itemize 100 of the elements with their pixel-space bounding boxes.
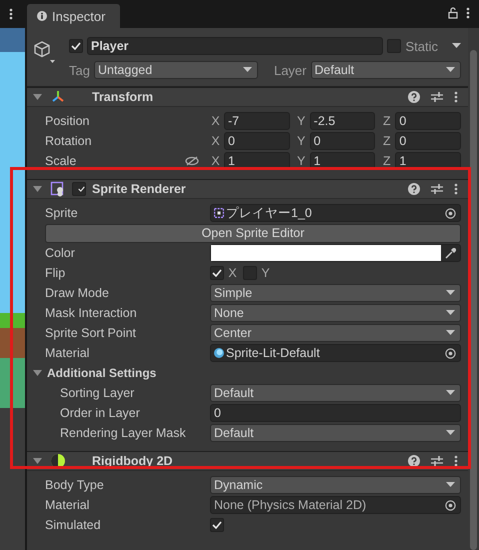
axis-label: Y [296,134,306,148]
axis-label: X [210,134,221,148]
dropdown[interactable]: Dynamic [210,476,461,494]
dropdown[interactable]: None [210,304,461,322]
field-label: Sprite Sort Point [45,326,136,340]
field-label: Rendering Layer Mask [60,426,186,440]
axis-label: Z [382,134,392,148]
sphere-icon [214,348,224,358]
layer-label: Layer [274,62,306,78]
name-field[interactable]: Player [87,37,384,55]
number-field[interactable]: 0 [210,404,461,422]
open-sprite-editor-button[interactable]: Open Sprite Editor [45,224,461,242]
axis-label: X [210,154,221,168]
color-swatch[interactable] [211,245,441,261]
lock-icon[interactable] [448,7,458,19]
help-icon[interactable] [408,455,420,467]
component-title: Sprite Renderer [92,182,186,196]
object-picker-icon[interactable] [445,208,456,218]
static-checkbox[interactable] [387,39,402,53]
component-header[interactable]: Sprite Renderer [27,179,468,199]
field-label: Flip [45,266,66,280]
number-field[interactable]: -7 [224,112,290,130]
field-label: Sorting Layer [60,386,134,400]
number-field[interactable]: 0 [395,132,462,150]
field-label: Color [45,246,75,260]
axis-label: Y [260,266,271,280]
field-label: Material [45,498,90,512]
eyedropper-icon[interactable] [445,248,456,258]
axis-label: Z [382,114,392,128]
checkmark-icon [212,521,222,529]
number-field[interactable]: 0 [395,112,462,130]
field-label: Position [45,114,90,128]
field-label: Rotation [45,134,92,148]
caret-icon [446,482,455,488]
component-title: Rigidbody 2D [92,454,173,468]
foldout-icon[interactable] [33,458,42,464]
checkmark-icon [71,42,81,50]
caret-icon [446,430,455,436]
inspector-tab[interactable]: Inspector [27,4,120,28]
more-icon[interactable] [466,7,470,19]
static-label: Static [405,38,438,54]
checkmark-icon [78,185,85,193]
foldout-icon[interactable] [33,94,42,100]
info-icon [37,11,47,21]
number-field[interactable]: -2.5 [310,112,376,130]
layer-dropdown[interactable]: Default [310,61,461,79]
component-header[interactable]: Transform [27,87,468,107]
help-icon[interactable] [408,183,420,195]
caret-icon[interactable] [452,43,461,49]
caret-icon [446,290,455,296]
foldout-icon[interactable] [33,370,42,376]
more-icon[interactable] [454,183,458,195]
caret-icon [446,330,455,336]
more-icon[interactable] [9,8,13,20]
tag-dropdown[interactable]: Untagged [94,61,258,79]
sprite-icon [214,208,224,218]
sprite-renderer-icon [50,181,66,197]
axis-label: Z [382,154,392,168]
object-field[interactable]: Sprite-Lit-Default [210,344,461,362]
unlinked-icon[interactable] [185,156,199,166]
caret-icon [446,67,455,73]
caret-icon [446,390,455,396]
component-title: Transform [92,90,154,104]
field-label: Scale [45,154,76,168]
number-field[interactable]: 0 [310,132,376,150]
field-label: Material [45,346,90,360]
enabled-checkbox[interactable] [72,182,86,196]
more-icon[interactable] [454,91,458,103]
dropdown[interactable]: Center [210,324,461,342]
caret-icon [242,67,252,73]
checkmark-icon [212,269,222,277]
checkbox[interactable] [210,518,224,532]
dropdown[interactable]: Default [210,384,461,402]
axis-label: X [210,114,221,128]
tag-label: Tag [69,62,90,78]
preset-icon[interactable] [431,455,443,467]
rigidbody-icon [50,453,66,469]
number-field[interactable]: 0 [224,132,290,150]
foldout-icon[interactable] [33,186,42,192]
object-picker-icon[interactable] [445,500,456,510]
preset-icon[interactable] [431,91,443,103]
field-label: Order in Layer [60,406,140,420]
dropdown[interactable]: Default [210,424,461,442]
active-checkbox[interactable] [69,39,83,53]
object-field[interactable]: プレイヤー1_0 [210,204,461,222]
scrollbar-thumb[interactable] [470,50,477,550]
field-label: Body Type [45,478,104,492]
object-picker-icon[interactable] [445,348,456,358]
axis-label: Y [296,114,306,128]
field-label: Simulated [45,518,101,532]
axis-label: Y [296,154,306,168]
preset-icon[interactable] [431,183,443,195]
field-label: Mask Interaction [45,306,137,320]
foldout-label[interactable]: Additional Settings [47,366,156,380]
object-field[interactable]: None (Physics Material 2D) [210,496,461,514]
help-icon[interactable] [408,91,420,103]
flip-checkbox[interactable] [210,266,224,280]
dropdown[interactable]: Simple [210,284,461,302]
axis-label: X [227,266,238,280]
more-icon[interactable] [454,455,458,467]
